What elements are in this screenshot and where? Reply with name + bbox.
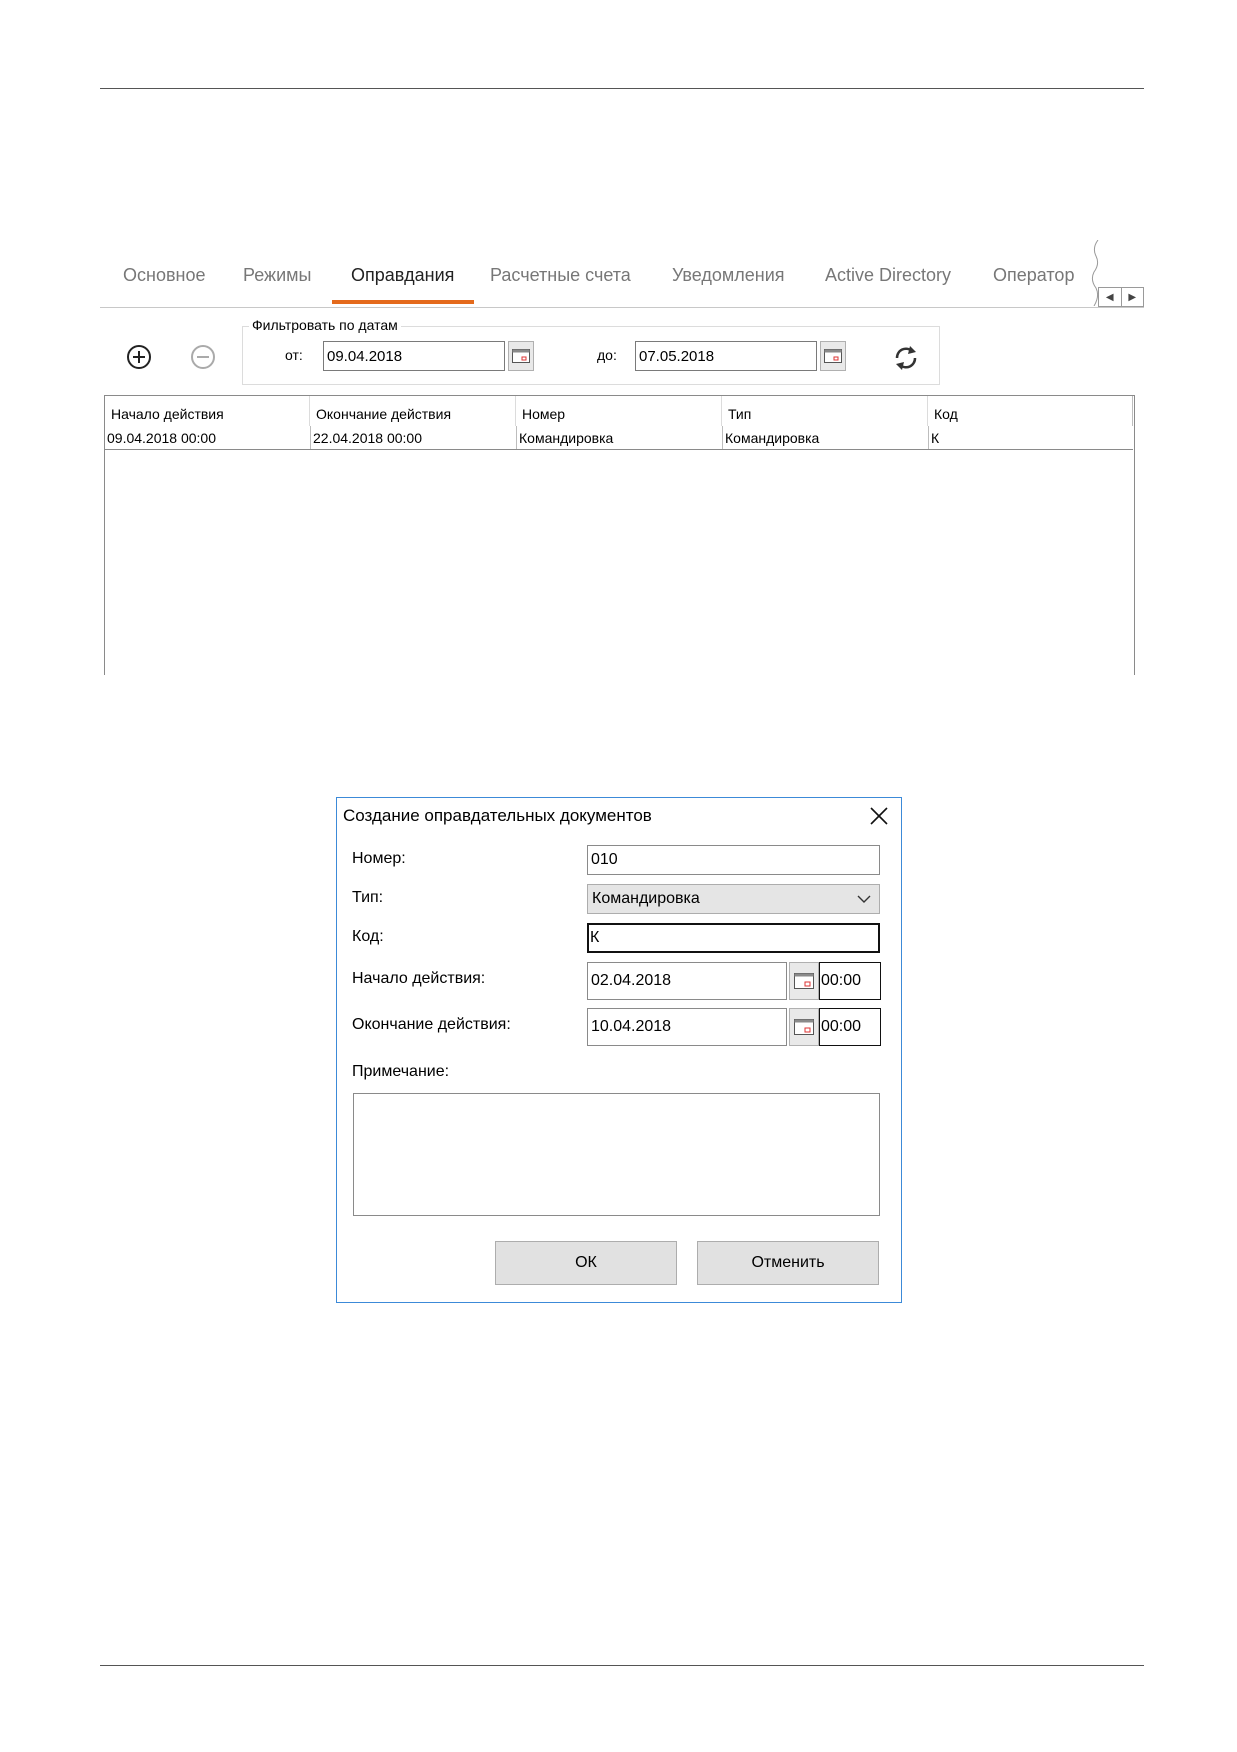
chevron-down-icon [857,895,871,903]
type-label: Тип: [352,889,384,906]
end-date-field[interactable]: 10.04.2018 [587,1008,787,1046]
tab-scroll-buttons: ◀ ▶ [1098,287,1144,307]
column-header-type[interactable]: Тип [722,396,928,426]
add-icon[interactable] [126,344,152,370]
from-calendar-icon[interactable] [508,341,534,371]
from-label: от: [285,347,303,363]
ok-button[interactable]: ОК [495,1241,677,1285]
column-header-start[interactable]: Начало действия [105,396,310,426]
table-header: Начало действия Окончание действия Номер… [105,396,1133,426]
start-time-field[interactable]: 00:00 [819,962,881,1000]
to-calendar-icon[interactable] [820,341,846,371]
tab-main[interactable]: Основное [123,265,205,286]
number-field[interactable]: 010 [587,845,880,875]
tab-notifications[interactable]: Уведомления [672,265,785,286]
cancel-button[interactable]: Отменить [697,1241,879,1285]
cell-end: 22.04.2018 00:00 [313,430,422,446]
note-label: Примечание: [352,1063,450,1080]
column-header-code[interactable]: Код [928,396,1133,426]
top-rule [100,88,1144,89]
active-tab-indicator [332,300,474,304]
close-icon[interactable] [868,805,890,827]
tab-bar: Основное Режимы Оправдания Расчетные сче… [100,240,1144,308]
to-label: до: [597,347,617,363]
tab-excuses[interactable]: Оправдания [351,265,454,286]
cell-number: Командировка [519,430,614,446]
end-label: Окончание действия: [352,1016,511,1033]
scroll-left-icon[interactable]: ◀ [1099,288,1121,306]
end-time-field[interactable]: 00:00 [819,1008,881,1046]
start-calendar-icon[interactable] [789,962,819,1000]
filter-legend: Фильтровать по датам [249,317,401,333]
date-filter-group: Фильтровать по датам от: 09.04.2018 до: … [242,317,940,385]
code-label: Код: [352,928,384,945]
refresh-icon[interactable] [892,344,920,372]
remove-icon[interactable] [190,344,216,370]
table-row[interactable]: 09.04.2018 00:00 22.04.2018 00:00 Команд… [105,426,1133,450]
column-header-end[interactable]: Окончание действия [310,396,516,426]
note-textarea[interactable] [353,1093,880,1216]
scroll-right-icon[interactable]: ▶ [1120,288,1144,306]
column-header-number[interactable]: Номер [516,396,722,426]
start-date-field[interactable]: 02.04.2018 [587,962,787,1000]
tab-active-directory[interactable]: Active Directory [825,265,951,286]
bottom-rule [100,1665,1144,1666]
from-date-input[interactable]: 09.04.2018 [323,341,505,371]
cell-type: Командировка [725,430,820,446]
type-select[interactable]: Командировка [587,884,880,914]
cell-start: 09.04.2018 00:00 [107,430,216,446]
excuses-table: Начало действия Окончание действия Номер… [104,395,1135,675]
tab-operator[interactable]: Оператор [993,265,1074,286]
code-field[interactable]: К [587,923,880,953]
number-label: Номер: [352,850,406,867]
tab-accounts[interactable]: Расчетные счета [490,265,631,286]
start-label: Начало действия: [352,970,486,987]
cell-code: К [931,430,940,446]
type-select-value: Командировка [592,890,700,907]
create-document-dialog: Создание оправдательных документов Номер… [336,797,902,1303]
tab-modes[interactable]: Режимы [243,265,311,286]
dialog-title: Создание оправдательных документов [343,806,652,825]
end-calendar-icon[interactable] [789,1008,819,1046]
to-date-input[interactable]: 07.05.2018 [635,341,817,371]
